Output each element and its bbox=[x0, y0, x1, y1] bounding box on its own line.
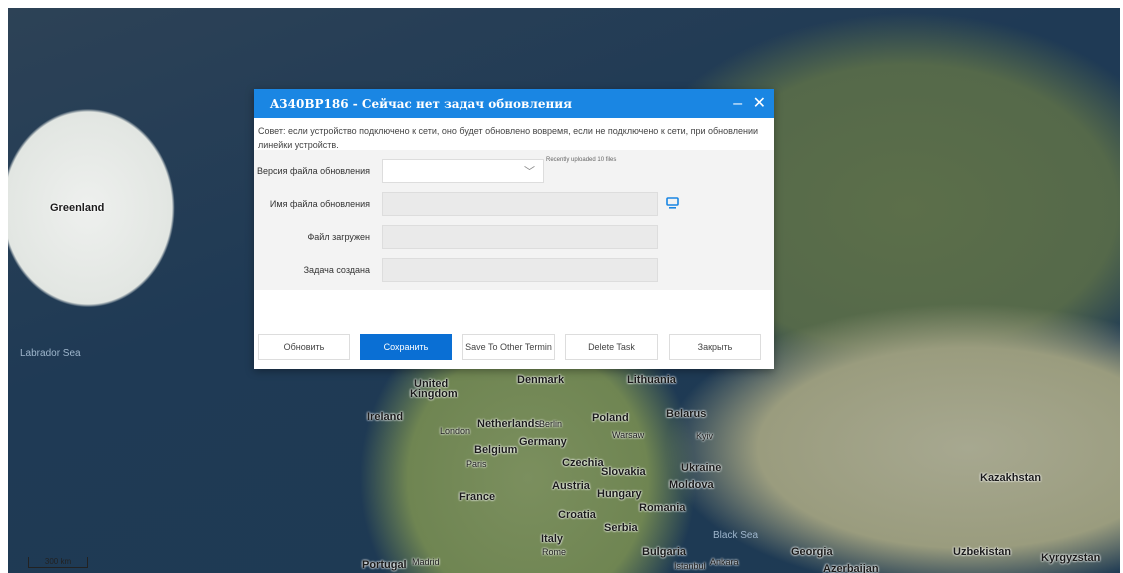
map-scale-bar: 300 km bbox=[28, 557, 88, 568]
map-label-uzbekistan: Uzbekistan bbox=[953, 546, 1012, 558]
map-label-belarus: Belarus bbox=[666, 408, 707, 420]
map-label-azerbaijan: Azerbaijan bbox=[823, 563, 879, 573]
version-select[interactable]: ﹀ bbox=[382, 158, 544, 183]
map-label-bulgaria: Bulgaria bbox=[642, 546, 687, 558]
map-label-france: France bbox=[459, 491, 496, 503]
map-label-portugal: Portugal bbox=[362, 559, 407, 571]
map-label-slovakia: Slovakia bbox=[601, 466, 646, 478]
map-label-kazakhstan: Kazakhstan bbox=[980, 472, 1042, 484]
delete-task-button[interactable]: Delete Task bbox=[565, 334, 658, 360]
map-label-ireland: Ireland bbox=[367, 411, 404, 423]
map-label-germany: Germany bbox=[519, 436, 567, 448]
map-label-ukraine: Ukraine bbox=[681, 462, 722, 474]
minimize-icon[interactable]: – bbox=[733, 95, 742, 112]
form-area: Версия файла обновления ﹀ Recently uploa… bbox=[254, 150, 774, 290]
button-bar: Обновить Сохранить Save To Other Termin … bbox=[254, 334, 778, 360]
map-label-paris: Paris bbox=[466, 459, 487, 469]
map-label-black-sea: Black Sea bbox=[713, 530, 759, 541]
map-label-berlin: Berlin bbox=[539, 419, 563, 429]
map-label-ankara: Ankara bbox=[710, 557, 739, 567]
loaded-row: Файл загружен bbox=[254, 220, 774, 253]
save-button[interactable]: Сохранить bbox=[360, 334, 452, 360]
map-label-denmark: Denmark bbox=[517, 374, 565, 386]
map-label-kingdom: Kingdom bbox=[410, 388, 458, 400]
version-row: Версия файла обновления ﹀ Recently uploa… bbox=[254, 154, 774, 187]
map-label-belgium: Belgium bbox=[474, 444, 518, 456]
name-label: Имя файла обновления bbox=[269, 198, 370, 209]
name-field[interactable] bbox=[382, 191, 658, 216]
save-to-other-button[interactable]: Save To Other Termin bbox=[462, 334, 555, 360]
map-label-rome: Rome bbox=[542, 547, 567, 557]
map-label-czechia: Czechia bbox=[562, 457, 604, 469]
version-label: Версия файла обновления bbox=[257, 165, 370, 176]
map-label-warsaw: Warsaw bbox=[612, 430, 645, 440]
created-field bbox=[382, 257, 658, 282]
map-label-kyrgyzstan: Kyrgyzstan bbox=[1041, 552, 1101, 564]
map-label-austria: Austria bbox=[552, 480, 590, 492]
map-label-romania: Romania bbox=[639, 502, 686, 514]
map-label-labrador-sea: Labrador Sea bbox=[20, 348, 81, 359]
loaded-field bbox=[382, 224, 658, 249]
map-label-moldova: Moldova bbox=[669, 479, 714, 491]
update-dialog: A340BP186 - Сейчас нет задач обновления … bbox=[254, 89, 774, 369]
name-row: Имя файла обновления bbox=[254, 187, 774, 220]
map-label-poland: Poland bbox=[592, 412, 629, 424]
map-label-serbia: Serbia bbox=[604, 522, 638, 534]
map-label-kyiv: Kyiv bbox=[696, 431, 714, 441]
close-icon[interactable]: ✕ bbox=[753, 95, 766, 112]
refresh-button[interactable]: Обновить bbox=[258, 334, 350, 360]
monitor-icon[interactable] bbox=[666, 196, 679, 212]
map-label-madrid: Madrid bbox=[412, 557, 440, 567]
map-label-italy: Italy bbox=[541, 533, 564, 545]
map-label-croatia: Croatia bbox=[558, 509, 596, 521]
chevron-down-icon: ﹀ bbox=[524, 165, 535, 178]
map-label-netherlands: Netherlands bbox=[477, 418, 541, 430]
map-label-hungary: Hungary bbox=[597, 488, 642, 500]
created-row: Задача создана bbox=[254, 253, 774, 286]
map-label-london: London bbox=[440, 426, 471, 436]
loaded-label: Файл загружен bbox=[307, 231, 370, 242]
recent-files-note: Recently uploaded 10 files bbox=[546, 157, 617, 163]
dialog-title: A340BP186 - Сейчас нет задач обновления bbox=[270, 96, 573, 111]
created-label: Задача создана bbox=[303, 264, 370, 275]
map-label-greenland: Greenland bbox=[50, 202, 105, 214]
close-button[interactable]: Закрыть bbox=[669, 334, 761, 360]
dialog-header: A340BP186 - Сейчас нет задач обновления … bbox=[254, 89, 774, 118]
map-label-istanbul: Istanbul bbox=[674, 561, 706, 571]
map-label-lithuania: Lithuania bbox=[627, 374, 676, 386]
tip-text: Совет: если устройство подключено к сети… bbox=[258, 126, 759, 150]
map-label-georgia: Georgia bbox=[791, 546, 833, 558]
